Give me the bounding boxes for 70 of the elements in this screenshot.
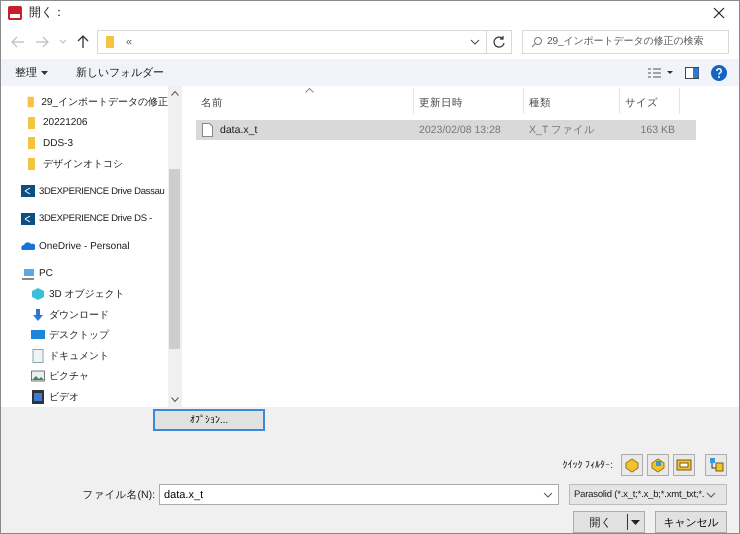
chevron-down-icon (706, 492, 716, 498)
sidebar-item[interactable]: ダウンロード (49, 308, 109, 322)
sidebar-item[interactable]: PC (39, 268, 53, 280)
cube-icon (31, 287, 45, 302)
drawing-sheet-icon (676, 457, 692, 473)
caret-icon (41, 70, 48, 75)
file-size: 163 KB (640, 124, 675, 136)
file-type-dropdown[interactable]: Parasolid (*.x_t;*.x_b;*.xmt_txt;*. (569, 484, 727, 505)
search-field[interactable]: 29_インポートデータの修正の検索 (522, 30, 729, 54)
picture-icon (31, 369, 45, 384)
search-icon (531, 36, 543, 48)
close-icon[interactable] (713, 6, 725, 18)
open-split-button[interactable]: 開く (573, 511, 645, 533)
computer-icon (21, 266, 35, 281)
sidebar-item[interactable]: 3DEXPERIENCE Drive Dassau (39, 186, 165, 197)
sidebar-item[interactable]: ビデオ (49, 390, 79, 404)
file-row[interactable]: data.x_t 2023/02/08 13:28 X_T ファイル 163 KB (196, 120, 696, 140)
down-arrow-icon (31, 308, 45, 322)
sidebar-item[interactable]: 29_インポートデータの修正 (41, 95, 168, 110)
refresh-button[interactable] (486, 30, 512, 54)
file-name: data.x_t (220, 124, 258, 136)
address-bar[interactable]: « (97, 30, 489, 54)
caret-icon[interactable] (631, 520, 640, 524)
file-name-label: ファイル名(N): (82, 488, 155, 502)
sidebar-item[interactable]: 3DEXPERIENCE Drive DS - (39, 213, 152, 224)
document-icon (31, 348, 45, 363)
column-header[interactable]: サイズ (620, 88, 680, 114)
quick-filter-label: ｸｲｯｸ ﾌｨﾙﾀｰ: (562, 459, 613, 471)
sort-ascending-icon (304, 88, 314, 93)
top-level-filter-button[interactable] (705, 454, 727, 476)
refresh-icon (492, 34, 506, 49)
film-icon (31, 390, 45, 404)
chevron-down-icon[interactable] (543, 492, 553, 498)
assembly-filter-button[interactable] (647, 454, 669, 476)
sidebar-item[interactable]: 3D オブジェクト (49, 287, 125, 302)
part-icon (624, 457, 640, 473)
app-icon (7, 4, 23, 20)
assembly-icon (650, 457, 666, 473)
preview-pane-icon[interactable] (685, 66, 699, 79)
scrollbar[interactable] (168, 86, 181, 407)
cancel-button[interactable]: キャンセル (655, 511, 727, 533)
sidebar-item[interactable]: OneDrive - Personal (39, 240, 130, 252)
sidebar-item[interactable]: DDS-3 (43, 138, 74, 149)
up-arrow-icon[interactable] (77, 34, 89, 49)
file-type: X_T ファイル (529, 123, 595, 137)
new-folder-button[interactable]: 新しいフォルダー (68, 62, 172, 84)
sidebar-item[interactable]: デザインオトコシ (43, 156, 123, 171)
file-icon (202, 123, 213, 137)
scroll-down-icon[interactable] (170, 397, 178, 402)
sidebar-item[interactable]: ピクチャ (49, 369, 89, 384)
file-name-field[interactable]: data.x_t (159, 484, 559, 505)
folder-icon (106, 34, 114, 49)
view-options-icon[interactable] (647, 66, 673, 79)
window-title: 開く： (29, 4, 65, 21)
chevron-down-icon[interactable] (470, 38, 480, 45)
sidebar-item[interactable]: 20221206 (43, 117, 88, 128)
address-text: « (126, 36, 132, 48)
part-filter-button[interactable] (621, 454, 643, 476)
hierarchy-icon (708, 457, 724, 473)
help-icon[interactable] (711, 64, 727, 81)
column-header[interactable]: 種類 (524, 88, 620, 114)
sidebar-item[interactable]: ドキュメント (49, 348, 109, 363)
sidebar-item[interactable]: デスクトップ (49, 328, 109, 342)
file-date: 2023/02/08 13:28 (419, 124, 501, 136)
options-button[interactable]: ｵﾌﾟｼｮﾝ... (153, 409, 265, 431)
drawing-filter-button[interactable] (673, 454, 695, 476)
organize-menu-button[interactable]: 整理 (7, 62, 56, 84)
scroll-up-icon[interactable] (170, 91, 178, 96)
column-header[interactable]: 名前 (196, 88, 414, 114)
column-header[interactable]: 更新日時 (414, 88, 524, 114)
